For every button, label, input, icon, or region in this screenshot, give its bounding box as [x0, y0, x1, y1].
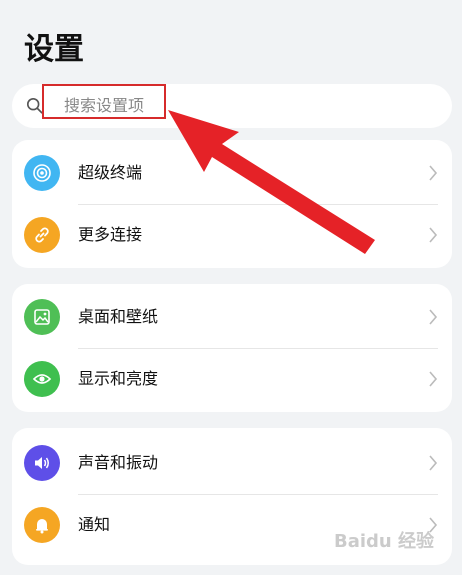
bell-icon	[24, 507, 60, 543]
settings-item-label: 超级终端	[78, 163, 143, 182]
settings-group-display: 桌面和壁纸 显示和亮度	[12, 284, 452, 412]
speaker-icon	[24, 445, 60, 481]
settings-item-more-connections[interactable]: 更多连接	[12, 204, 452, 266]
chevron-right-icon	[429, 165, 438, 181]
wallpaper-icon	[24, 299, 60, 335]
eye-icon	[24, 361, 60, 397]
settings-item-label: 更多连接	[78, 225, 143, 244]
settings-group-connectivity: 超级终端 更多连接	[12, 140, 452, 268]
super-device-icon	[24, 155, 60, 191]
chevron-right-icon	[429, 371, 438, 387]
settings-item-label: 声音和振动	[78, 453, 159, 472]
chevron-right-icon	[429, 455, 438, 471]
link-icon	[24, 217, 60, 253]
settings-item-label: 显示和亮度	[78, 369, 159, 388]
settings-item-display-brightness[interactable]: 显示和亮度	[12, 348, 452, 410]
settings-item-sound-vibration[interactable]: 声音和振动	[12, 432, 452, 494]
settings-item-super-device[interactable]: 超级终端	[12, 142, 452, 204]
baidu-watermark: Baidu 经验	[333, 531, 434, 552]
annotation-highlight-box	[42, 84, 166, 119]
page-title: 设置	[24, 32, 84, 67]
chevron-right-icon	[429, 227, 438, 243]
chevron-right-icon	[429, 309, 438, 325]
settings-item-label: 桌面和壁纸	[78, 307, 159, 326]
settings-item-desktop-wallpaper[interactable]: 桌面和壁纸	[12, 286, 452, 348]
settings-item-label: 通知	[78, 515, 111, 534]
